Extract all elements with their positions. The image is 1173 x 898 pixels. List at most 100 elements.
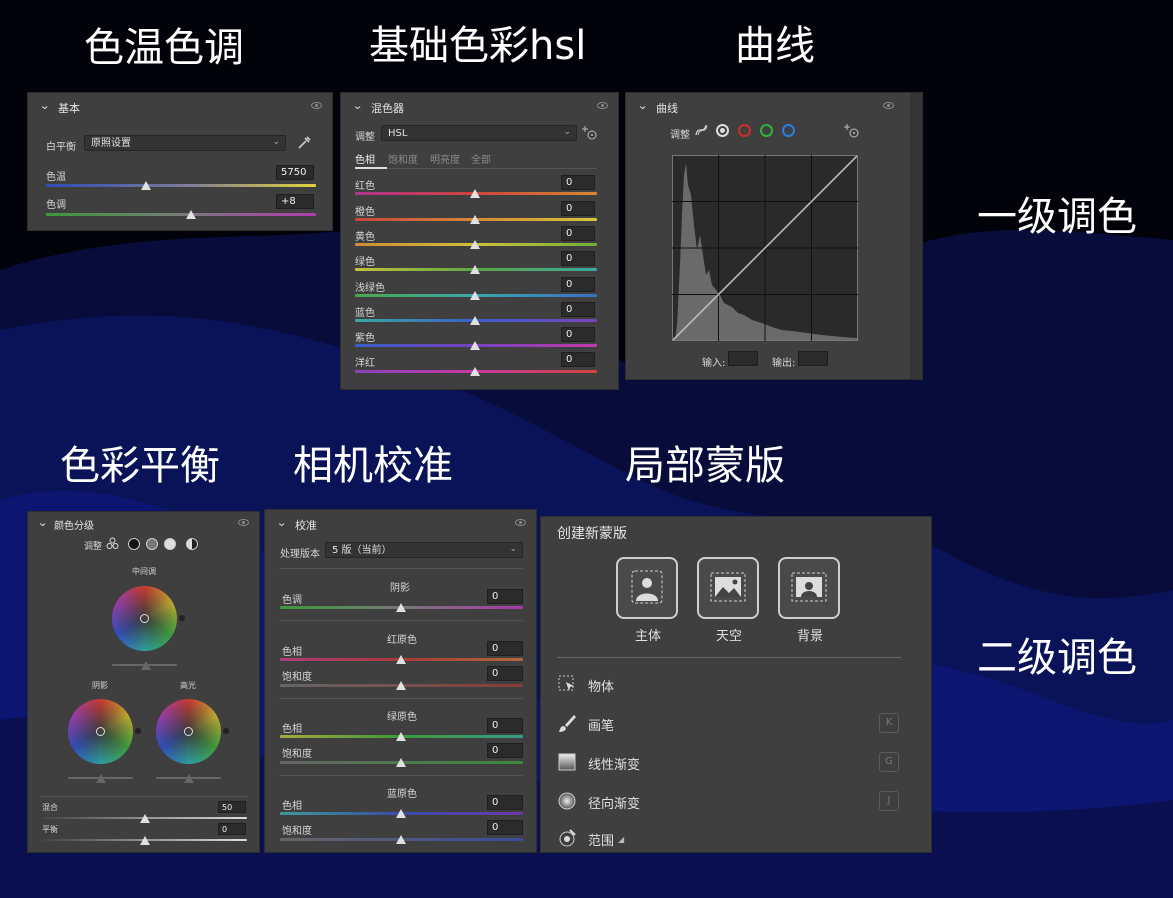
shadows-wheel[interactable] (68, 699, 133, 764)
tab-saturation[interactable]: 饱和度 (388, 151, 418, 166)
mixer-row-value[interactable]: 0 (561, 302, 595, 317)
curve-graph[interactable] (672, 155, 858, 341)
shadows-icon[interactable] (128, 538, 140, 550)
chevron-down-icon[interactable]: ⌄ (637, 99, 648, 112)
curves-scrollbar[interactable] (910, 93, 922, 379)
mixer-header[interactable]: ⌄ 混色器 (341, 93, 618, 119)
subject-button[interactable] (616, 557, 678, 619)
blend-thumb[interactable] (140, 814, 150, 823)
shadow-tint-value[interactable]: 0 (487, 589, 523, 604)
tab-luminance[interactable]: 明亮度 (430, 151, 460, 166)
blue-sat-thumb[interactable] (396, 835, 406, 844)
eye-icon[interactable] (238, 519, 249, 526)
eye-icon[interactable] (515, 519, 526, 526)
red-hue-thumb[interactable] (396, 655, 406, 664)
temp-value[interactable]: 5750 (276, 165, 314, 180)
output-field[interactable] (798, 351, 828, 366)
balance-value[interactable]: 0 (218, 823, 246, 835)
tab-hue[interactable]: 色相 (355, 151, 375, 166)
blue-hue-value[interactable]: 0 (487, 795, 523, 810)
wheel-lum-dot[interactable] (179, 615, 185, 621)
sky-button[interactable] (697, 557, 759, 619)
wheel-handle[interactable] (184, 727, 193, 736)
balance-thumb[interactable] (140, 836, 150, 845)
range-dropdown-icon[interactable]: ◢ (618, 835, 624, 844)
eyedropper-icon[interactable] (296, 135, 312, 151)
blue-sat-value[interactable]: 0 (487, 820, 523, 835)
mixer-row-value[interactable]: 0 (561, 277, 595, 292)
calibration-header[interactable]: ⌄ 校准 (265, 510, 536, 536)
green-hue-value[interactable]: 0 (487, 718, 523, 733)
mixer-row-thumb[interactable] (470, 291, 480, 300)
temp-slider-track[interactable] (46, 184, 316, 187)
brush-tool[interactable]: 画笔 K (555, 713, 915, 735)
curves-header[interactable]: ⌄ 曲线 (626, 93, 922, 119)
mixer-adjust-select[interactable]: HSL ⌄ (381, 125, 577, 141)
global-icon[interactable] (186, 538, 198, 550)
red-sat-value[interactable]: 0 (487, 666, 523, 681)
parametric-curve-icon[interactable] (694, 123, 708, 137)
eye-icon[interactable] (883, 102, 894, 109)
chevron-down-icon[interactable]: ⌄ (37, 516, 48, 529)
mixer-row-thumb[interactable] (470, 265, 480, 274)
chevron-down-icon[interactable]: ⌄ (276, 516, 287, 529)
green-channel-icon[interactable] (760, 124, 773, 137)
process-select[interactable]: 5 版（当前） ⌄ (325, 542, 523, 558)
shadow-tint-thumb[interactable] (396, 603, 406, 612)
mixer-row-value[interactable]: 0 (561, 175, 595, 190)
midtones-icon[interactable] (146, 538, 158, 550)
blue-channel-icon[interactable] (782, 124, 795, 137)
green-hue-thumb[interactable] (396, 732, 406, 741)
blend-value[interactable]: 50 (218, 801, 246, 813)
point-curve-white-icon[interactable] (716, 124, 729, 137)
mixer-row-value[interactable]: 0 (561, 201, 595, 216)
red-channel-icon[interactable] (738, 124, 751, 137)
highlights-lum-thumb[interactable] (184, 774, 194, 783)
tab-all[interactable]: 全部 (471, 151, 491, 166)
tint-value[interactable]: +8 (276, 194, 314, 209)
temp-slider-thumb[interactable] (141, 181, 151, 190)
highlights-icon[interactable] (164, 538, 176, 550)
mixer-row-thumb[interactable] (470, 240, 480, 249)
eye-icon[interactable] (311, 102, 322, 109)
wb-select[interactable]: 原照设置 ⌄ (84, 135, 286, 151)
green-sat-thumb[interactable] (396, 758, 406, 767)
tint-slider-track[interactable] (46, 213, 316, 216)
shadows-lum-thumb[interactable] (96, 774, 106, 783)
mixer-row-thumb[interactable] (470, 367, 480, 376)
background-button[interactable] (778, 557, 840, 619)
wheel-lum-dot[interactable] (135, 728, 141, 734)
wheel-lum-dot[interactable] (223, 728, 229, 734)
mixer-row-value[interactable]: 0 (561, 327, 595, 342)
red-sat-thumb[interactable] (396, 681, 406, 690)
mixer-row-thumb[interactable] (470, 189, 480, 198)
radial-gradient-tool[interactable]: 径向渐变 J (555, 791, 915, 813)
mixer-row-value[interactable]: 0 (561, 226, 595, 241)
mixer-row-thumb[interactable] (470, 316, 480, 325)
blue-hue-thumb[interactable] (396, 809, 406, 818)
mixer-row-thumb[interactable] (470, 215, 480, 224)
target-adjust-icon[interactable] (844, 123, 860, 139)
wheel-handle[interactable] (140, 614, 149, 623)
eye-icon[interactable] (597, 102, 608, 109)
green-sat-value[interactable]: 0 (487, 743, 523, 758)
input-field[interactable] (728, 351, 758, 366)
mixer-row-thumb[interactable] (470, 341, 480, 350)
wheel-handle[interactable] (96, 727, 105, 736)
mixer-row-value[interactable]: 0 (561, 352, 595, 367)
mixer-row-value[interactable]: 0 (561, 251, 595, 266)
basic-header[interactable]: ⌄ 基本 (28, 93, 332, 119)
three-way-icon[interactable] (106, 537, 119, 550)
midtones-lum-thumb[interactable] (141, 661, 151, 670)
range-tool[interactable]: 范围 ◢ (555, 828, 915, 850)
midtones-wheel[interactable] (112, 586, 177, 651)
tint-slider-thumb[interactable] (186, 210, 196, 219)
target-adjust-icon[interactable] (582, 125, 598, 141)
chevron-down-icon[interactable]: ⌄ (39, 99, 50, 112)
chevron-down-icon[interactable]: ⌄ (352, 99, 363, 112)
highlights-wheel[interactable] (156, 699, 221, 764)
linear-gradient-tool[interactable]: 线性渐变 G (555, 752, 915, 774)
object-tool[interactable]: 物体 (555, 674, 915, 696)
grading-header[interactable]: ⌄ 颜色分级 (28, 512, 259, 538)
red-hue-value[interactable]: 0 (487, 641, 523, 656)
